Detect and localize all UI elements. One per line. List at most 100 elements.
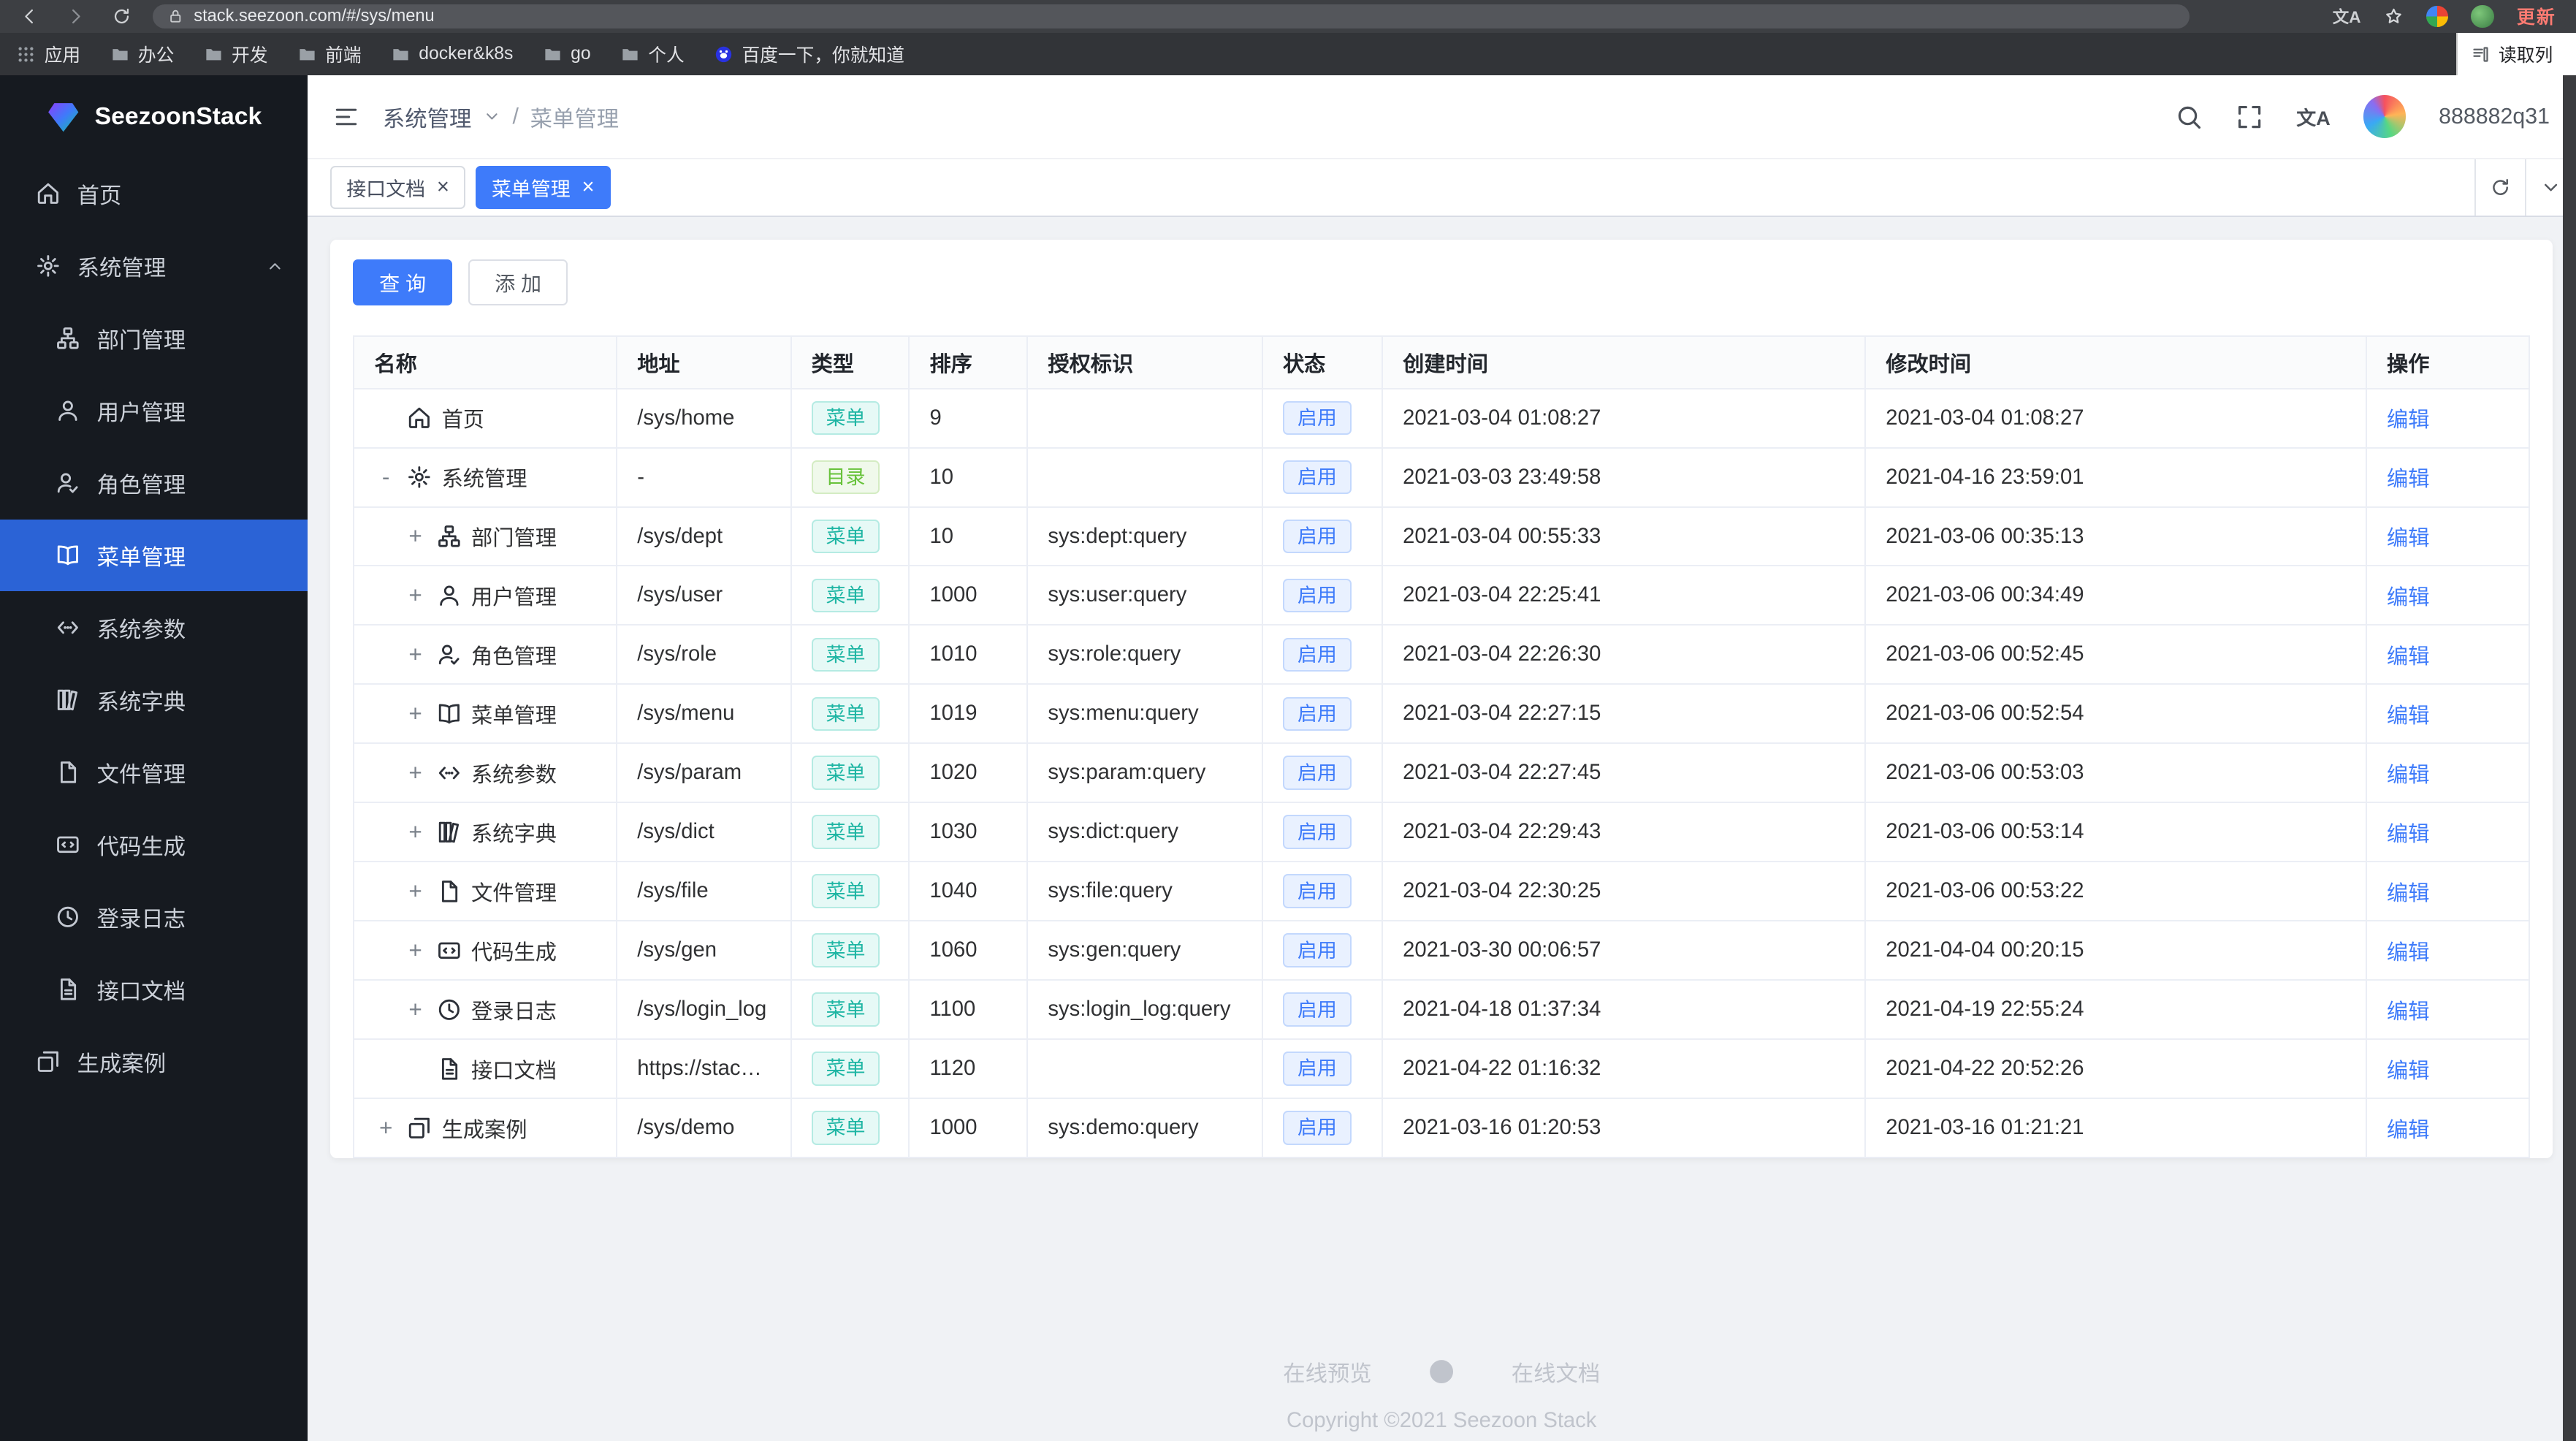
sidebar-item-sys-dict[interactable]: 系统字典 bbox=[0, 664, 308, 736]
app-logo[interactable]: SeezoonStack bbox=[0, 75, 308, 157]
edit-link[interactable]: 编辑 bbox=[2387, 764, 2429, 787]
extension-icon[interactable] bbox=[2426, 5, 2448, 28]
sidebar-item-label: 登录日志 bbox=[96, 907, 186, 932]
table-header-row: 名称 地址 类型 排序 授权标识 状态 创建时间 修改时间 操作 bbox=[353, 335, 2531, 389]
refresh-tab-button[interactable] bbox=[2474, 159, 2526, 216]
user-avatar[interactable] bbox=[2363, 95, 2407, 138]
expand-toggle[interactable]: + bbox=[404, 878, 427, 905]
expand-toggle[interactable]: + bbox=[404, 997, 427, 1023]
sidebar-item-dept-manage[interactable]: 部门管理 bbox=[0, 303, 308, 375]
edit-link[interactable]: 编辑 bbox=[2387, 1000, 2429, 1024]
type-tag: 菜单 bbox=[811, 637, 880, 672]
language-switch-icon[interactable]: 文A bbox=[2296, 102, 2330, 131]
bookmark-office[interactable]: 办公 bbox=[110, 41, 174, 67]
expand-toggle[interactable]: + bbox=[404, 819, 427, 845]
tab-api-doc[interactable]: 接口文档 × bbox=[329, 166, 466, 209]
role-icon bbox=[56, 471, 80, 495]
expand-toggle[interactable]: + bbox=[404, 938, 427, 964]
sidebar-item-login-log[interactable]: 登录日志 bbox=[0, 881, 308, 953]
query-button[interactable]: 查 询 bbox=[353, 259, 452, 306]
sidebar-item-system-manage[interactable]: 系统管理 bbox=[0, 230, 308, 303]
menu-perm: sys:gen:query bbox=[1026, 920, 1263, 981]
sidebar-item-label: 文件管理 bbox=[96, 762, 186, 787]
copyright: Copyright ©2021 Seezoon Stack bbox=[1287, 1409, 1597, 1433]
status-badge: 启用 bbox=[1282, 519, 1352, 554]
reload-icon[interactable] bbox=[112, 7, 132, 26]
column-header: 状态 bbox=[1261, 335, 1384, 389]
close-icon[interactable]: × bbox=[437, 176, 449, 198]
bookmark-docker-k8s[interactable]: docker&k8s bbox=[391, 44, 513, 64]
role-icon bbox=[437, 642, 462, 667]
hamburger-icon[interactable] bbox=[333, 104, 359, 130]
bookmark-personal[interactable]: 个人 bbox=[620, 41, 685, 67]
browser-profile-avatar[interactable] bbox=[2471, 4, 2494, 28]
expand-toggle[interactable]: + bbox=[374, 1115, 397, 1141]
breadcrumb-section[interactable]: 系统管理 bbox=[383, 101, 471, 133]
menu-url: /sys/demo bbox=[616, 1098, 792, 1159]
sidebar-item-demo-case[interactable]: 生成案例 bbox=[0, 1025, 308, 1098]
username[interactable]: 888882q31 bbox=[2439, 104, 2550, 129]
sidebar-item-api-doc[interactable]: 接口文档 bbox=[0, 953, 308, 1025]
sidebar-item-home[interactable]: 首页 bbox=[0, 158, 308, 230]
edit-link[interactable]: 编辑 bbox=[2387, 1119, 2429, 1142]
fullscreen-icon[interactable] bbox=[2236, 103, 2263, 131]
sidebar-item-user-manage[interactable]: 用户管理 bbox=[0, 375, 308, 447]
status-badge: 启用 bbox=[1282, 874, 1352, 909]
browser-toolbar: stack.seezoon.com/#/sys/menu 文A 更新 bbox=[0, 0, 2576, 33]
expand-toggle[interactable]: + bbox=[404, 642, 427, 668]
expand-toggle[interactable]: + bbox=[404, 523, 427, 550]
address-bar[interactable]: stack.seezoon.com/#/sys/menu bbox=[153, 4, 2190, 29]
home-icon bbox=[36, 181, 61, 206]
back-icon[interactable] bbox=[20, 7, 39, 26]
online-docs-link[interactable]: 在线文档 bbox=[1512, 1356, 1600, 1388]
edit-link[interactable]: 编辑 bbox=[2387, 408, 2429, 432]
sidebar-item-menu-manage[interactable]: 菜单管理 bbox=[0, 519, 308, 592]
menu-sort: 1010 bbox=[908, 624, 1029, 685]
column-header: 类型 bbox=[790, 335, 910, 389]
table-row: + 文件管理/sys/file 菜单 1040 sys:file:query 启用 2021… bbox=[353, 861, 2531, 922]
folder-icon bbox=[110, 45, 130, 64]
expand-toggle[interactable]: + bbox=[404, 760, 427, 786]
sidebar-item-file-manage[interactable]: 文件管理 bbox=[0, 736, 308, 808]
sidebar-item-sys-param[interactable]: 系统参数 bbox=[0, 591, 308, 664]
bookmark-baidu[interactable]: 百度一下，你就知道 bbox=[714, 41, 904, 67]
edit-link[interactable]: 编辑 bbox=[2387, 527, 2429, 550]
edit-link[interactable]: 编辑 bbox=[2387, 882, 2429, 905]
menu-perm: sys:param:query bbox=[1026, 742, 1263, 804]
sidebar-item-role-manage[interactable]: 角色管理 bbox=[0, 447, 308, 520]
menu-perm: sys:dept:query bbox=[1026, 506, 1263, 567]
tab-menu-manage[interactable]: 菜单管理 × bbox=[475, 166, 611, 209]
close-icon[interactable]: × bbox=[582, 176, 594, 198]
sidebar-item-code-gen[interactable]: 代码生成 bbox=[0, 808, 308, 881]
column-header: 地址 bbox=[616, 335, 792, 389]
chrome-update-button[interactable]: 更新 bbox=[2517, 3, 2556, 29]
edit-link[interactable]: 编辑 bbox=[2387, 1060, 2429, 1083]
expand-toggle[interactable]: + bbox=[404, 701, 427, 727]
menu-url: /sys/file bbox=[616, 861, 792, 922]
edit-link[interactable]: 编辑 bbox=[2387, 645, 2429, 669]
reading-list-button[interactable]: 读取列 bbox=[2455, 32, 2576, 76]
menu-url: /sys/role bbox=[616, 624, 792, 685]
expand-toggle[interactable]: + bbox=[404, 582, 427, 609]
sidebar-item-label: 系统参数 bbox=[96, 617, 186, 642]
add-button[interactable]: 添 加 bbox=[468, 259, 568, 306]
scrollbar[interactable] bbox=[2562, 75, 2576, 1441]
translate-icon[interactable]: 文A bbox=[2333, 4, 2361, 28]
edit-link[interactable]: 编辑 bbox=[2387, 823, 2429, 846]
url-text[interactable]: stack.seezoon.com/#/sys/menu bbox=[194, 7, 434, 26]
bookmark-go[interactable]: go bbox=[543, 44, 591, 64]
github-icon[interactable] bbox=[1428, 1358, 1455, 1385]
bookmark-dev[interactable]: 开发 bbox=[204, 41, 267, 67]
online-preview-link[interactable]: 在线预览 bbox=[1283, 1356, 1371, 1388]
forward-icon[interactable] bbox=[66, 7, 85, 26]
edit-link[interactable]: 编辑 bbox=[2387, 704, 2429, 728]
search-icon[interactable] bbox=[2175, 103, 2203, 131]
collapse-toggle[interactable]: - bbox=[374, 464, 397, 490]
edit-link[interactable]: 编辑 bbox=[2387, 941, 2429, 965]
bookmark-frontend[interactable]: 前端 bbox=[297, 41, 362, 67]
edit-link[interactable]: 编辑 bbox=[2387, 586, 2429, 609]
bookmark-apps[interactable]: 应用 bbox=[16, 41, 80, 67]
bookmarks-bar: 应用 办公 开发 前端 docker&k8s go 个人 百度一下，你就知道 读取列 bbox=[0, 32, 2576, 76]
edit-link[interactable]: 编辑 bbox=[2387, 468, 2429, 491]
star-icon[interactable] bbox=[2384, 7, 2404, 26]
